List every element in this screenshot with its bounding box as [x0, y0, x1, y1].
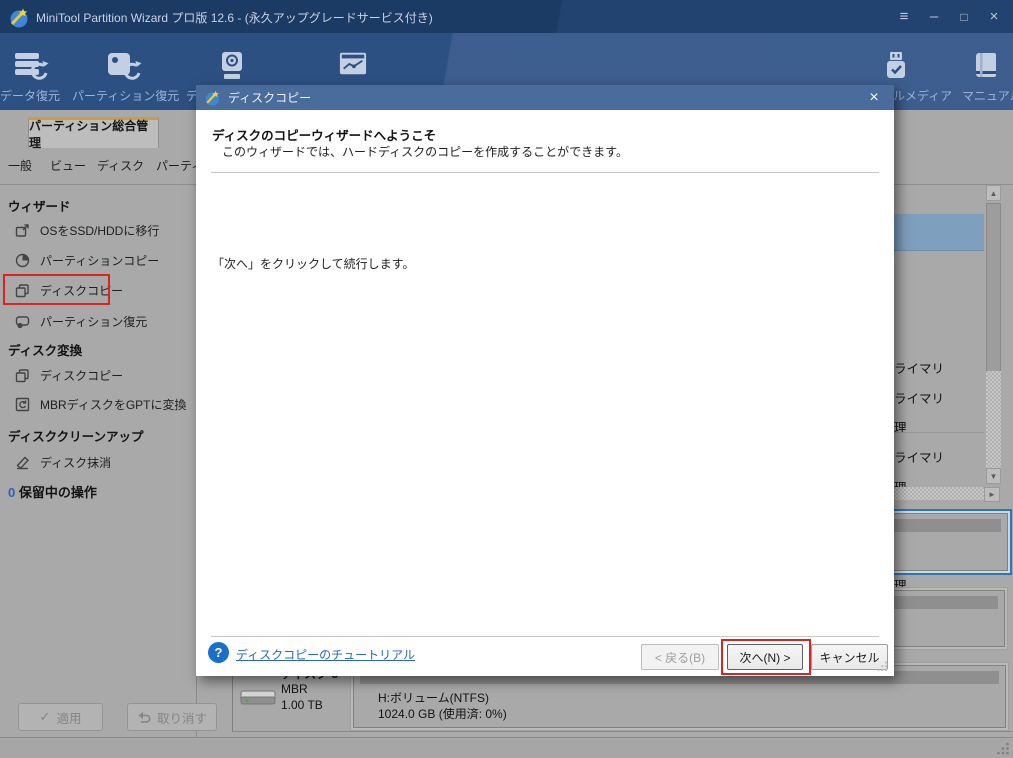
menu-icon[interactable]: ≡	[891, 4, 917, 30]
dialog-close-icon[interactable]: ×	[864, 85, 884, 110]
manual-icon[interactable]	[973, 51, 999, 81]
benchmark-icon[interactable]	[339, 51, 367, 77]
back-button[interactable]: < 戻る(B)	[641, 644, 719, 670]
disk-wipe-icon	[16, 456, 29, 470]
menu-general[interactable]: 一般	[8, 157, 32, 174]
disk3-size: 1.00 TB	[281, 698, 323, 712]
migrate-os-icon	[15, 224, 29, 237]
partition-row-fragment[interactable]: ライマリ	[894, 447, 944, 466]
sidebar-item-disk-copy[interactable]: ディスクコピー	[14, 282, 123, 299]
apply-button[interactable]: ✓ 適用	[18, 703, 103, 731]
partition-row-fragment[interactable]: ライマリ	[894, 358, 944, 377]
scroll-track[interactable]	[894, 487, 984, 500]
dialog-subheading: このウィザードでは、ハードディスクのコピーを作成することができます。	[222, 145, 628, 159]
section-wizard: ウィザード	[8, 200, 71, 214]
pending-count: 0	[8, 485, 16, 500]
dialog-heading: ディスクのコピーウィザードへようこそ	[212, 129, 437, 143]
disk-map-bottom-border	[232, 731, 1013, 732]
partition-row-fragment[interactable]: 理	[894, 417, 907, 436]
disk3-scheme: MBR	[281, 682, 308, 696]
partition-row-fragment[interactable]: ライマリ	[894, 388, 944, 407]
window-title: MiniTool Partition Wizard プロ版 12.6 - (永久…	[36, 11, 433, 25]
hard-disk-icon	[240, 690, 276, 705]
partition-info: H:ボリューム(NTFS) 1024.0 GB (使用済: 0%)	[378, 690, 507, 722]
toolbar-item-partition-recovery[interactable]: パーティション復元	[72, 87, 179, 104]
partition-recovery-small-icon	[15, 316, 30, 329]
dialog-app-icon	[205, 90, 220, 106]
sidebar-item-label: パーティションコピー	[40, 254, 160, 268]
dialog-body-text: 「次へ」をクリックして続行します。	[212, 257, 415, 271]
scroll-track[interactable]	[986, 371, 1001, 468]
sidebar-item-migrate-os[interactable]: OSをSSD/HDDに移行	[14, 222, 159, 239]
tab-partition-management[interactable]: パーティション総合管理	[28, 117, 159, 150]
section-disk-conversion: ディスク変換	[8, 344, 83, 358]
disk-copy-dialog: ディスクコピー × ディスクのコピーウィザードへようこそ このウィザードでは、ハ…	[196, 85, 894, 676]
sidebar-item-label: OSをSSD/HDDに移行	[40, 224, 160, 238]
dialog-title-bar[interactable]: ディスクコピー ×	[196, 85, 894, 110]
check-icon: ✓	[39, 709, 51, 724]
sidebar-item-disk-copy-2[interactable]: ディスクコピー	[14, 367, 123, 384]
minimize-icon[interactable]: –	[921, 4, 947, 30]
pending-operations: 0 保留中の操作	[8, 482, 97, 501]
next-button[interactable]: 次へ(N) >	[727, 644, 803, 670]
sidebar-item-label: ディスク抹消	[40, 456, 112, 470]
close-icon[interactable]: ×	[981, 4, 1007, 30]
apply-label: 適用	[56, 711, 82, 726]
scroll-up-icon[interactable]: ▲	[986, 185, 1001, 201]
undo-button[interactable]: 取り消す	[127, 703, 217, 731]
maximize-icon[interactable]: □	[951, 4, 977, 30]
sidebar-item-partition-copy[interactable]: パーティションコピー	[14, 252, 159, 269]
sidebar-item-label: ディスクコピー	[40, 369, 124, 383]
disk-tool-icon[interactable]	[220, 51, 244, 83]
resize-grip-icon[interactable]	[996, 741, 1010, 755]
sidebar-item-partition-recovery[interactable]: パーティション復元	[14, 313, 147, 330]
pending-label: 保留中の操作	[18, 485, 97, 500]
section-disk-cleanup: ディスククリーンアップ	[8, 430, 144, 444]
sidebar-item-mbr-to-gpt[interactable]: MBRディスクをGPTに変換	[14, 396, 187, 413]
dialog-resize-grip-icon[interactable]	[876, 660, 888, 672]
vertical-scrollbar[interactable]: ▲ ▼	[986, 185, 1001, 484]
mbr-to-gpt-icon	[15, 397, 30, 412]
disk-copy-icon	[15, 284, 29, 298]
undo-label: 取り消す	[156, 711, 207, 726]
scroll-down-icon[interactable]: ▼	[986, 468, 1001, 484]
help-icon[interactable]: ?	[208, 642, 229, 663]
sidebar-item-label: パーティション復元	[40, 315, 148, 329]
volume-label: H:ボリューム(NTFS)	[378, 691, 489, 705]
status-bar	[0, 737, 1013, 758]
partition-recovery-icon[interactable]	[106, 51, 142, 83]
toolbar-item-manual[interactable]: マニュアル	[962, 87, 1013, 104]
dialog-separator	[211, 636, 879, 637]
window-controls: ≡ – □ ×	[891, 0, 1007, 33]
toolbar-item-bootable-media[interactable]: ルメディア	[893, 87, 952, 104]
sidebar-item-label: MBRディスクをGPTに変換	[40, 398, 187, 412]
bootable-media-icon[interactable]	[884, 51, 908, 81]
menu-view[interactable]: ビュー	[50, 157, 86, 174]
dialog-title: ディスクコピー	[228, 91, 312, 105]
dialog-separator	[211, 172, 879, 173]
title-bar: MiniTool Partition Wizard プロ版 12.6 - (永久…	[0, 0, 1013, 33]
toolbar-item-data-recovery[interactable]: データ復元	[0, 87, 60, 104]
undo-arrow-icon	[138, 712, 151, 723]
disk-copy-icon	[15, 369, 29, 383]
scroll-right-icon[interactable]: ►	[984, 487, 1000, 502]
partition-copy-icon	[15, 253, 30, 268]
app-window: MiniTool Partition Wizard プロ版 12.6 - (永久…	[0, 0, 1013, 758]
sidebar-item-label: ディスクコピー	[40, 284, 124, 298]
app-logo-icon	[10, 8, 28, 28]
sidebar-item-disk-wipe[interactable]: ディスク抹消	[14, 454, 111, 471]
tutorial-link[interactable]: ディスクコピーのチュートリアル	[236, 646, 415, 663]
menu-disk[interactable]: ディスク	[97, 157, 144, 174]
horizontal-scrollbar[interactable]: ►	[894, 487, 1004, 502]
scroll-thumb[interactable]	[986, 203, 1001, 373]
volume-usage: 1024.0 GB (使用済: 0%)	[378, 707, 507, 721]
data-recovery-icon[interactable]	[13, 51, 49, 83]
